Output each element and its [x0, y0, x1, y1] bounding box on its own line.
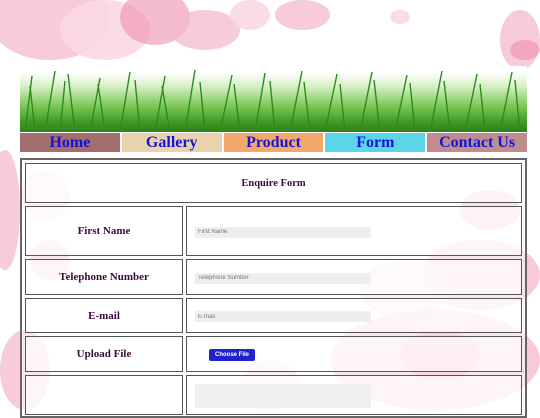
email-input[interactable] — [195, 311, 371, 323]
grass-banner — [20, 66, 527, 132]
nav-form[interactable]: Form — [325, 133, 428, 152]
telephone-input[interactable] — [195, 272, 371, 284]
main-nav: Home Gallery Product Form Contact Us — [20, 133, 527, 152]
telephone-label: Telephone Number — [25, 259, 183, 295]
message-label — [25, 375, 183, 415]
first-name-label: First Name — [25, 206, 183, 256]
telephone-cell — [186, 259, 522, 295]
message-cell — [186, 375, 522, 415]
choose-file-button[interactable]: Choose File — [209, 349, 256, 361]
form-table: Enquire Form First Name Telephone Number… — [22, 160, 525, 418]
email-cell — [186, 298, 522, 333]
nav-home[interactable]: Home — [20, 133, 122, 152]
upload-file-label: Upload File — [25, 336, 183, 372]
first-name-cell — [186, 206, 522, 256]
nav-product[interactable]: Product — [223, 133, 326, 152]
nav-gallery[interactable]: Gallery — [121, 133, 224, 152]
nav-contact-us[interactable]: Contact Us — [427, 133, 527, 152]
message-textarea[interactable] — [195, 384, 371, 408]
upload-file-cell: Choose File — [186, 336, 522, 372]
form-title: Enquire Form — [25, 163, 522, 203]
enquire-form: Enquire Form First Name Telephone Number… — [20, 158, 527, 418]
email-label: E-mail — [25, 298, 183, 333]
first-name-input[interactable] — [195, 226, 371, 238]
